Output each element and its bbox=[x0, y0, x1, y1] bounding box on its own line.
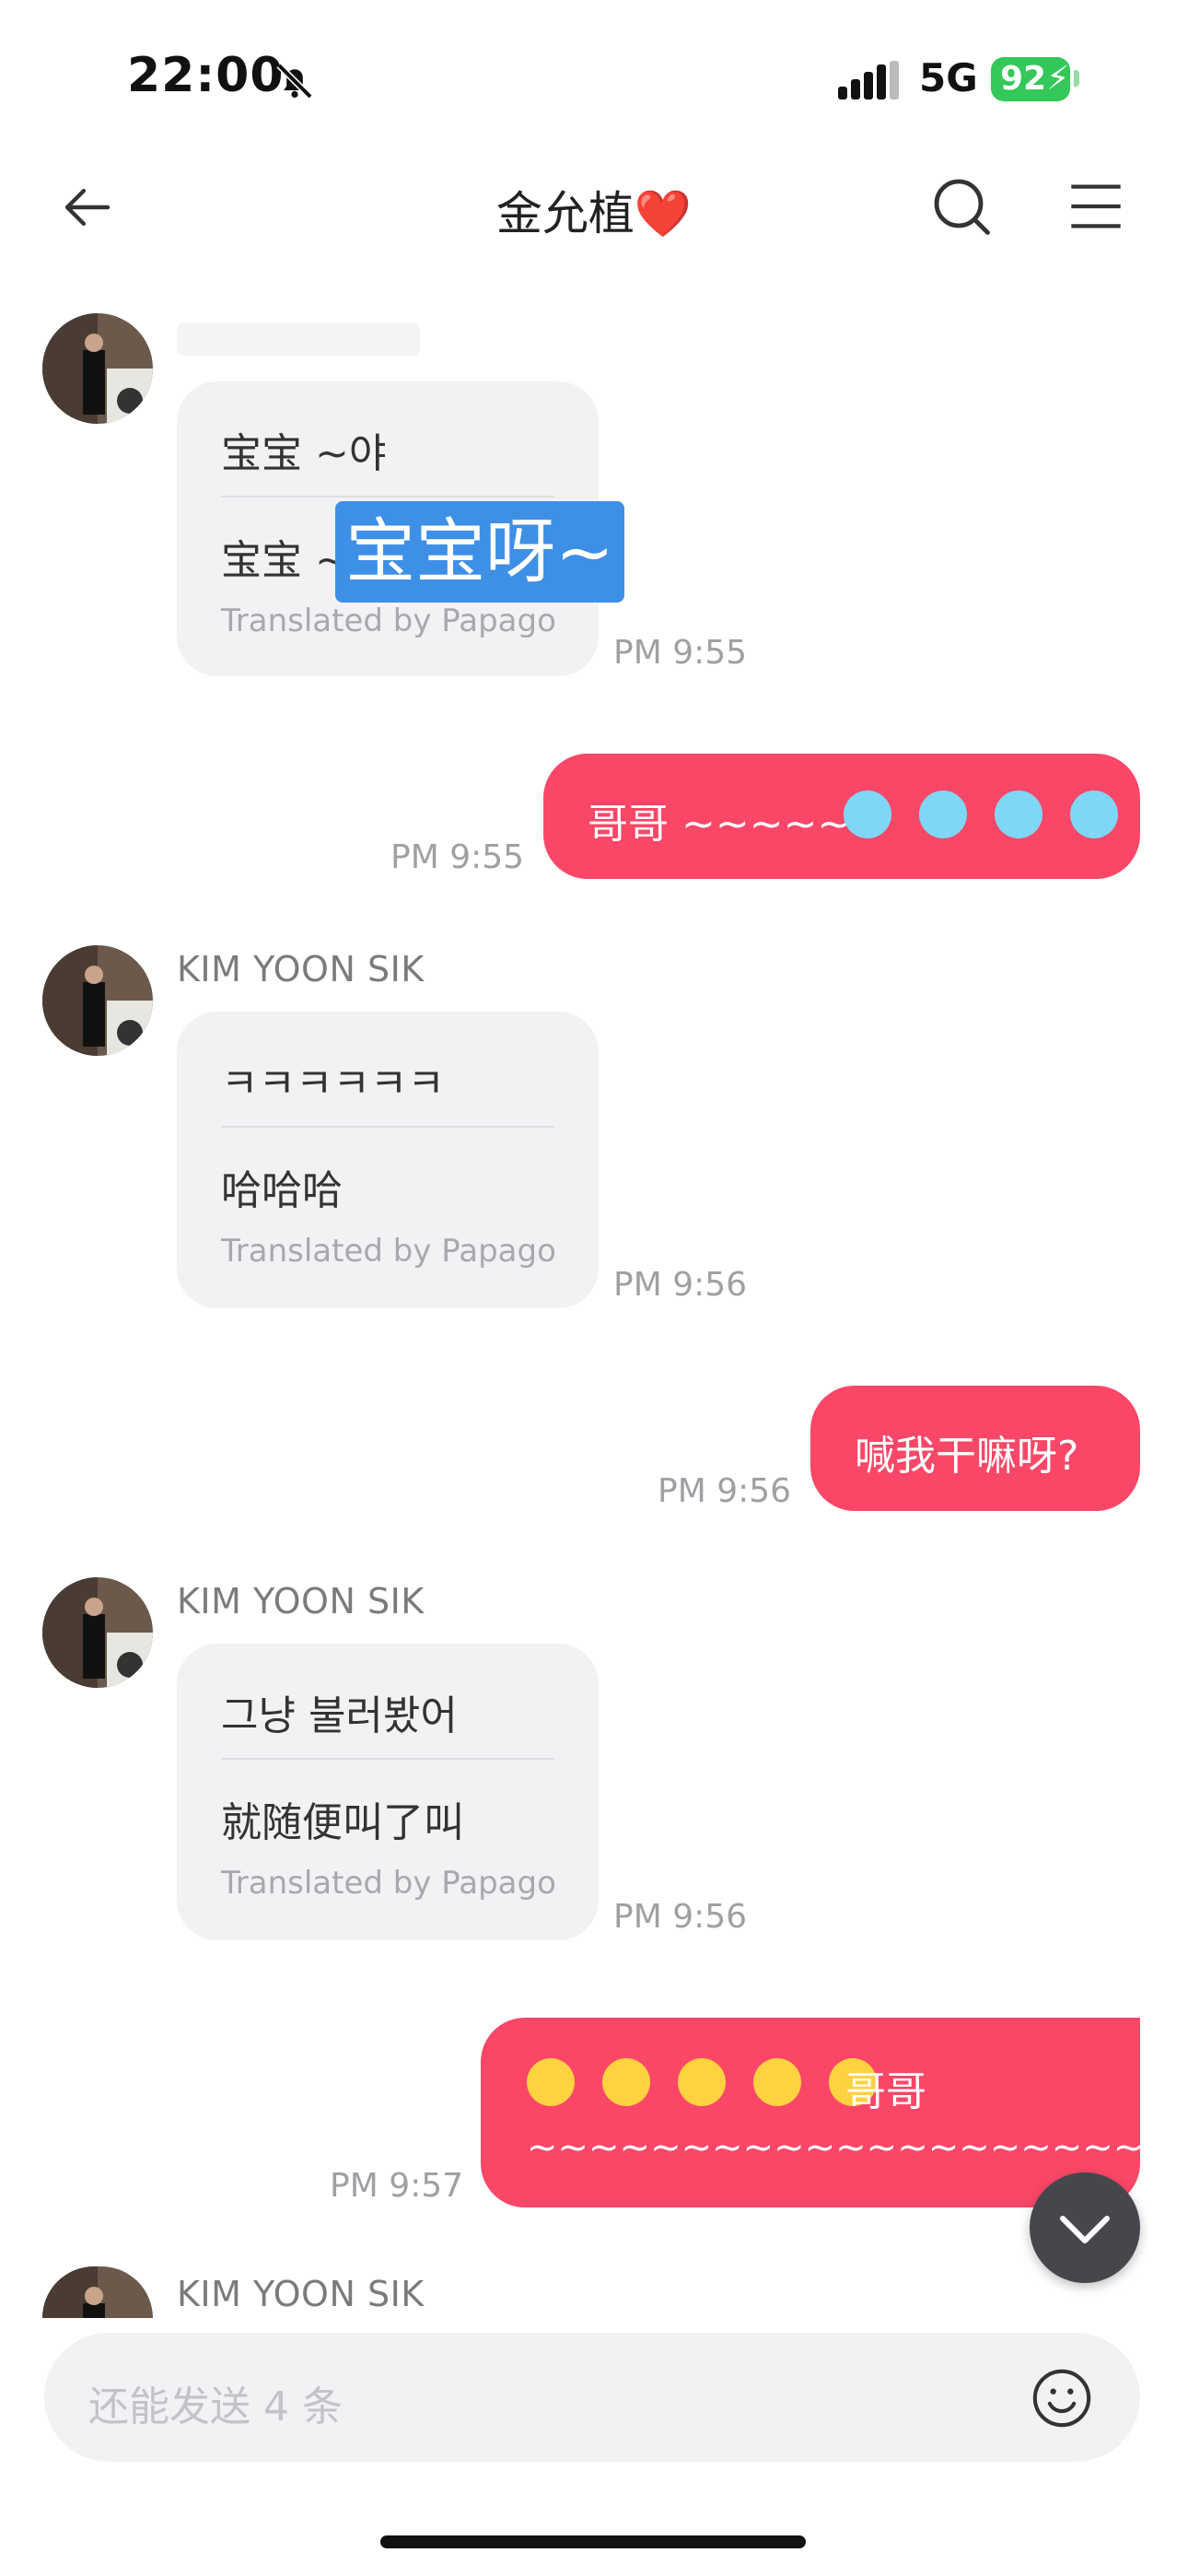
message-original-text: 그냥 불러봤어 bbox=[221, 1692, 458, 1739]
message-bubble-incoming[interactable]: ㅋㅋㅋㅋㅋㅋ 哈哈哈 Translated by Papago bbox=[177, 1012, 599, 1308]
message-timestamp: PM 9:56 bbox=[613, 1266, 748, 1304]
avatar[interactable] bbox=[42, 2266, 153, 2318]
message-divider bbox=[221, 496, 554, 498]
blue-heart-icon bbox=[995, 790, 1042, 838]
message-timestamp: PM 9:57 bbox=[330, 2167, 464, 2205]
scroll-to-bottom-button[interactable] bbox=[1030, 2172, 1140, 2283]
text-selection-highlight[interactable]: 宝宝呀~ bbox=[335, 501, 624, 603]
message-input-placeholder[interactable]: 还能发送 4 条 bbox=[88, 2373, 343, 2432]
message-original-text: 宝宝 ~야 bbox=[221, 430, 387, 477]
message-original-text: ㅋㅋㅋㅋㅋㅋ bbox=[221, 1060, 445, 1107]
blue-heart-icon bbox=[919, 790, 967, 838]
status-time: 22:00 bbox=[127, 48, 285, 103]
message-bubble-outgoing[interactable]: 哥哥 ~~~~~~ bbox=[543, 754, 1140, 879]
sender-name-placeholder bbox=[177, 322, 420, 356]
message-timestamp: PM 9:55 bbox=[613, 634, 748, 672]
message-input-bar[interactable]: 还能发送 4 条 bbox=[44, 2333, 1140, 2462]
message-text: 喊我干嘛呀? bbox=[855, 1433, 1079, 1480]
avatar[interactable] bbox=[42, 1577, 153, 1688]
avatar[interactable] bbox=[42, 313, 153, 424]
battery-level: 92 bbox=[1000, 60, 1047, 98]
translated-by-label: Translated by Papago bbox=[221, 1233, 556, 1270]
pleading-face-icon bbox=[678, 2058, 726, 2106]
message-bubble-outgoing[interactable]: 喊我干嘛呀? bbox=[810, 1386, 1140, 1511]
chat-header: 金允植❤️ bbox=[0, 157, 1188, 258]
message-divider bbox=[221, 1758, 554, 1760]
message-translation-text: 哈哈哈 bbox=[221, 1167, 343, 1214]
chevron-down-icon bbox=[1060, 2216, 1110, 2243]
avatar[interactable] bbox=[42, 945, 153, 1056]
translated-by-label: Translated by Papago bbox=[221, 603, 556, 639]
blue-heart-icon bbox=[1070, 790, 1118, 838]
pleading-face-icon bbox=[602, 2058, 650, 2106]
message-timestamp: PM 9:56 bbox=[613, 1898, 748, 1936]
message-translation-text: 宝宝 ~ bbox=[221, 537, 349, 584]
sender-name: KIM YOON SIK bbox=[177, 949, 425, 989]
pleading-face-icon bbox=[527, 2058, 575, 2106]
battery-cap bbox=[1074, 70, 1079, 87]
translated-by-label: Translated by Papago bbox=[221, 1865, 556, 1902]
pleading-face-emojis bbox=[527, 2056, 877, 2106]
chat-title: 金允植❤️ bbox=[495, 187, 693, 240]
charging-icon: ⚡ bbox=[1046, 60, 1070, 98]
blue-heart-icon bbox=[844, 790, 891, 838]
battery-indicator: 92⚡ bbox=[991, 57, 1070, 101]
sender-name: KIM YOON SIK bbox=[177, 1581, 425, 1622]
message-translation-text: 就随便叫了叫 bbox=[221, 1799, 464, 1846]
sender-name: KIM YOON SIK bbox=[177, 2274, 425, 2314]
home-indicator bbox=[380, 2535, 806, 2548]
message-timestamp: PM 9:55 bbox=[390, 838, 525, 876]
status-bar: 22:00 5G 92⚡ bbox=[0, 0, 1188, 157]
message-bubble-incoming[interactable]: 그냥 불러봤어 就随便叫了叫 Translated by Papago bbox=[177, 1644, 599, 1940]
message-text: 哥哥 bbox=[845, 2068, 926, 2115]
emoji-icon[interactable] bbox=[1030, 2366, 1094, 2430]
message-timestamp: PM 9:56 bbox=[658, 1472, 792, 1510]
message-divider bbox=[221, 1126, 554, 1128]
pleading-face-icon bbox=[753, 2058, 801, 2106]
avatar-photo bbox=[42, 945, 153, 1056]
menu-icon[interactable] bbox=[1066, 177, 1125, 236]
bell-off-icon bbox=[276, 63, 313, 100]
blue-heart-emojis bbox=[844, 789, 1118, 838]
avatar-photo bbox=[42, 2266, 153, 2318]
avatar-photo bbox=[42, 1577, 153, 1688]
message-text-line2: ~~~~~~~~~~~~~~~~~~~~ bbox=[527, 2126, 1145, 2169]
signal-icon bbox=[838, 61, 899, 100]
network-type: 5G bbox=[919, 55, 978, 100]
search-icon[interactable] bbox=[928, 173, 995, 240]
message-text: 哥哥 ~~~~~~ bbox=[588, 801, 886, 848]
avatar-photo bbox=[42, 313, 153, 424]
